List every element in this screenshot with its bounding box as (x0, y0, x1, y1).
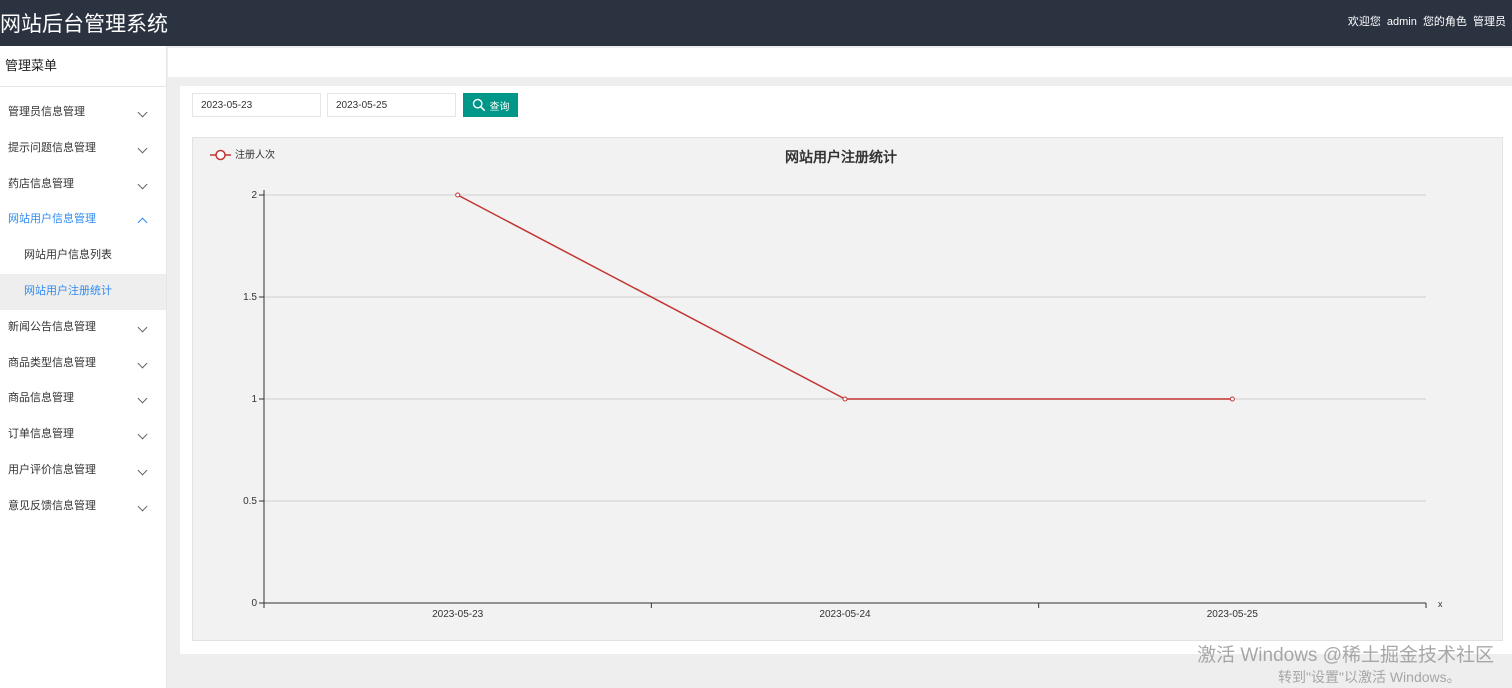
search-button-label: 查询 (489, 101, 510, 113)
sidebar-subitem-registration-stats[interactable]: 网站用户注册统计 (0, 273, 166, 310)
sidebar-item-products[interactable]: 商品信息管理 (0, 381, 166, 417)
x-tick-label: 2023-05-24 (819, 609, 871, 620)
sidebar-item-label: 管理员信息管理 (8, 106, 85, 118)
sidebar-subitem-user-list[interactable]: 网站用户信息列表 (0, 238, 166, 274)
data-point (455, 192, 461, 198)
sidebar-item-label: 用户评价信息管理 (8, 463, 96, 476)
sidebar-item-label: 新闻公告信息管理 (8, 320, 96, 333)
sidebar-item-pharmacy[interactable]: 药店信息管理 (0, 167, 166, 203)
y-tick-label: 1 (251, 394, 257, 405)
start-date-input[interactable] (192, 93, 321, 117)
sidebar-subitem-label: 网站用户信息列表 (24, 249, 112, 262)
sidebar-item-orders[interactable]: 订单信息管理 (0, 417, 166, 453)
search-button[interactable]: 查询 (463, 93, 518, 117)
x-tick-label: 2023-05-25 (1207, 609, 1259, 620)
sidebar-item-label: 提示问题信息管理 (8, 141, 96, 154)
y-tick-label: 0 (251, 598, 257, 609)
y-tick-label: 0.5 (243, 496, 257, 507)
line-chart: 网站用户注册统计 注册人次 0 0.5 1 1.5 2 x 2023-05-23 2023-05-… (210, 148, 1443, 620)
chevron-up-icon (137, 217, 148, 228)
sidebar-item-admin[interactable]: 管理员信息管理 (0, 95, 166, 131)
data-point (1229, 396, 1235, 402)
search-icon (472, 98, 485, 112)
chevron-down-icon (137, 429, 148, 440)
content-area: 查询 网站用户注册统计 注册人次 0 0.5 1 1.5 2 x 2023-05-23 2023-… (180, 86, 1512, 654)
sidebar-item-reviews[interactable]: 用户评价信息管理 (0, 453, 166, 489)
sidebar-item-label: 意见反馈信息管理 (8, 499, 96, 512)
sidebar-item-feedback[interactable]: 意见反馈信息管理 (0, 489, 166, 525)
welcome-label: 欢迎您 (1347, 16, 1381, 28)
sidebar-item-questions[interactable]: 提示问题信息管理 (0, 131, 166, 167)
chevron-down-icon (137, 322, 148, 333)
chevron-down-icon (137, 465, 148, 476)
chevron-down-icon (137, 143, 148, 154)
end-date-input[interactable] (327, 93, 456, 117)
y-tick-label: 2 (251, 190, 257, 201)
sidebar-item-label: 订单信息管理 (8, 428, 74, 441)
sidebar-item-label: 商品类型信息管理 (8, 356, 96, 369)
sidebar-item-label: 药店信息管理 (8, 177, 74, 190)
legend-marker (215, 149, 226, 161)
x-tick-label: 2023-05-23 (432, 609, 484, 620)
watermark-text: 激活 Windows @稀土掘金技术社区 (1197, 645, 1494, 666)
chevron-down-icon (137, 393, 148, 404)
chart-panel: 网站用户注册统计 注册人次 0 0.5 1 1.5 2 x 2023-05-23 2023-05-… (192, 137, 1503, 641)
watermark-subtext: 转到"设置"以激活 Windows。 (1278, 669, 1461, 685)
app-title: 网站后台管理系统 (0, 13, 168, 36)
top-header: 网站后台管理系统 欢迎您 admin 您的角色 管理员 (0, 0, 1512, 46)
sidebar-item-product-types[interactable]: 商品类型信息管理 (0, 346, 166, 382)
user-info: 欢迎您 admin 您的角色 管理员 (1345, 13, 1506, 29)
sidebar-item-label: 商品信息管理 (8, 392, 74, 405)
sidebar-item-site-users[interactable]: 网站用户信息管理 (0, 202, 166, 238)
chevron-down-icon (137, 358, 148, 369)
sidebar-title: 管理菜单 (0, 46, 166, 87)
chevron-down-icon (137, 179, 148, 190)
role-label: 您的角色 (1422, 16, 1467, 28)
y-tick-label: 1.5 (243, 292, 257, 303)
role-value: 管理员 (1473, 16, 1506, 28)
sidebar-item-label: 网站用户信息管理 (8, 213, 96, 226)
x-axis-name: x (1438, 599, 1443, 609)
legend-label: 注册人次 (235, 148, 275, 161)
tab-strip (168, 48, 1512, 77)
username[interactable]: admin (1387, 16, 1417, 28)
sidebar: 管理菜单 管理员信息管理 提示问题信息管理 药店信息管理 网站用户信息管理 网站… (0, 46, 167, 688)
chevron-down-icon (137, 107, 148, 118)
chart-title: 网站用户注册统计 (785, 149, 897, 165)
data-point (842, 396, 848, 402)
sidebar-subitem-label: 网站用户注册统计 (24, 284, 112, 297)
sidebar-menu: 管理员信息管理 提示问题信息管理 药店信息管理 网站用户信息管理 网站用户信息列… (0, 95, 166, 525)
chevron-down-icon (137, 501, 148, 512)
sidebar-item-news[interactable]: 新闻公告信息管理 (0, 310, 166, 346)
